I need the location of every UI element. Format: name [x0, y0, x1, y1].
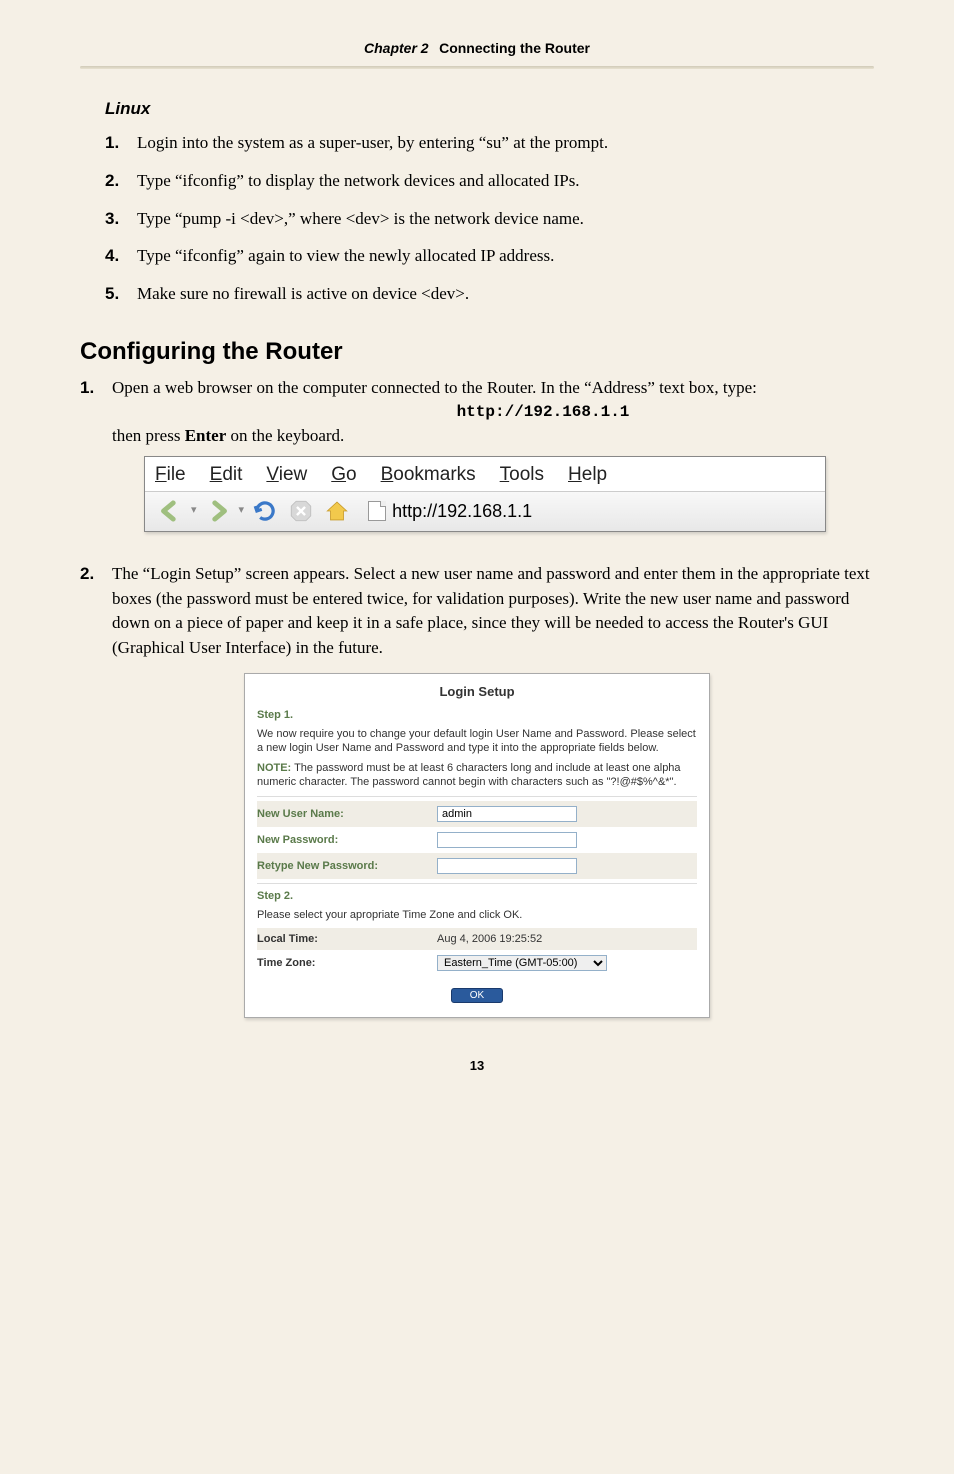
browser-toolbar: ▾ ▾ — [145, 492, 825, 531]
step-text: Type “ifconfig” again to view the newly … — [137, 244, 874, 268]
login-step1-label: Step 1. — [257, 709, 697, 721]
page-number: 13 — [80, 1058, 874, 1073]
step-number: 2. — [105, 169, 137, 193]
retype-password-row: Retype New Password: — [257, 853, 697, 879]
step-number: 3. — [105, 207, 137, 231]
new-user-row: New User Name: — [257, 801, 697, 827]
menu-file[interactable]: File — [155, 461, 186, 489]
dropdown-sep: ▾ — [191, 503, 197, 519]
menu-view[interactable]: View — [266, 461, 307, 489]
address-url: http://192.168.1.1 — [392, 498, 532, 524]
chapter-title: Connecting the Router — [439, 40, 590, 56]
step-text: Make sure no firewall is active on devic… — [137, 282, 874, 306]
address-bar[interactable]: http://192.168.1.1 — [368, 498, 532, 524]
login-title: Login Setup — [257, 684, 697, 699]
local-time-value: Aug 4, 2006 19:25:52 — [437, 933, 542, 945]
step-number: 1. — [80, 376, 112, 550]
ok-button[interactable]: OK — [451, 988, 503, 1003]
chapter-label: Chapter 2 — [364, 40, 429, 56]
local-time-row: Local Time: Aug 4, 2006 19:25:52 — [257, 928, 697, 950]
dropdown-sep: ▾ — [239, 503, 245, 519]
step-number: 1. — [105, 131, 137, 155]
step-text: Login into the system as a super-user, b… — [137, 131, 874, 155]
menu-tools[interactable]: Tools — [500, 461, 544, 489]
reload-icon[interactable] — [250, 497, 280, 525]
login-step2-text: Please select your apropriate Time Zone … — [257, 908, 697, 922]
step-text: Type “pump -i <dev>,” where <dev> is the… — [137, 207, 874, 231]
step-text: The “Login Setup” screen appears. Select… — [112, 562, 874, 661]
new-password-input[interactable] — [437, 832, 577, 848]
time-zone-select[interactable]: Eastern_Time (GMT-05:00) — [437, 955, 607, 971]
step-text: Type “ifconfig” to display the network d… — [137, 169, 874, 193]
new-user-input[interactable] — [437, 806, 577, 822]
step1-text-a: Open a web browser on the computer conne… — [112, 378, 757, 397]
menu-go[interactable]: Go — [331, 461, 356, 489]
time-zone-row: Time Zone: Eastern_Time (GMT-05:00) — [257, 950, 697, 976]
step1-text-c: on the keyboard. — [226, 426, 344, 445]
step1-text-b: then press — [112, 426, 185, 445]
time-zone-label: Time Zone: — [257, 957, 437, 969]
new-password-row: New Password: — [257, 827, 697, 853]
url-code: http://192.168.1.1 — [212, 401, 874, 424]
menu-bookmarks[interactable]: Bookmarks — [381, 461, 476, 489]
login-setup-screenshot: Login Setup Step 1. We now require you t… — [244, 673, 710, 1018]
login-intro-text: We now require you to change your defaul… — [257, 727, 697, 756]
stop-icon[interactable] — [286, 497, 316, 525]
menu-edit[interactable]: Edit — [210, 461, 243, 489]
note-label: NOTE: — [257, 762, 291, 774]
retype-password-input[interactable] — [437, 858, 577, 874]
linux-steps: 1.Login into the system as a super-user,… — [80, 131, 874, 306]
browser-menubar: File Edit View Go Bookmarks Tools Help — [145, 457, 825, 492]
note-text: The password must be at least 6 characte… — [257, 762, 681, 788]
home-icon[interactable] — [322, 497, 352, 525]
enter-key: Enter — [185, 426, 227, 445]
configuring-heading: Configuring the Router — [80, 338, 874, 366]
linux-heading: Linux — [105, 99, 874, 119]
page-header: Chapter 2 Connecting the Router — [80, 40, 874, 58]
login-step2-label: Step 2. — [257, 890, 697, 902]
menu-help[interactable]: Help — [568, 461, 607, 489]
retype-password-label: Retype New Password: — [257, 860, 437, 872]
browser-screenshot: File Edit View Go Bookmarks Tools Help ▾ — [144, 456, 826, 532]
step-number: 5. — [105, 282, 137, 306]
back-icon[interactable] — [155, 497, 185, 525]
new-password-label: New Password: — [257, 834, 437, 846]
step-number: 4. — [105, 244, 137, 268]
step-number: 2. — [80, 562, 112, 661]
step-text: Open a web browser on the computer conne… — [112, 376, 874, 550]
page-icon — [368, 501, 386, 521]
new-user-label: New User Name: — [257, 808, 437, 820]
header-rule — [80, 66, 874, 69]
forward-icon[interactable] — [203, 497, 233, 525]
login-note: NOTE: The password must be at least 6 ch… — [257, 761, 697, 790]
local-time-label: Local Time: — [257, 933, 437, 945]
